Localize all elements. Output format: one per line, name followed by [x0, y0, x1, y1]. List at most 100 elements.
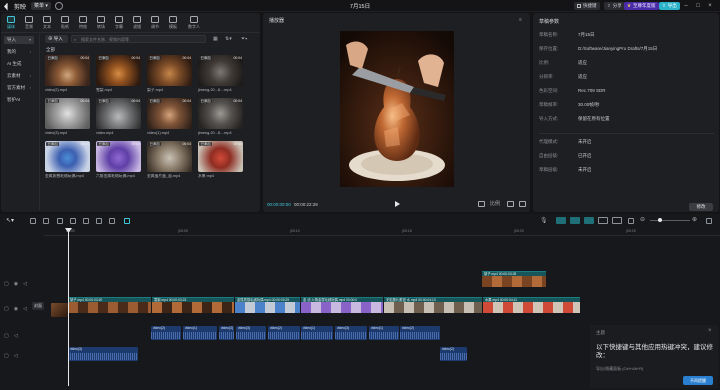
audio-clip[interactable]: video(3) [335, 326, 367, 340]
crop-icon[interactable] [507, 201, 514, 207]
sidebar-item-mine[interactable]: 我的 › [4, 48, 34, 56]
tab-sticker[interactable]: 贴纸 [57, 16, 73, 30]
media-clip[interactable]: 已添加 00:04 [96, 55, 141, 86]
lock-icon[interactable]: ▢ [4, 281, 9, 287]
ratio-label[interactable]: 比例 [490, 200, 500, 207]
linkage-icon[interactable] [584, 217, 594, 224]
audio-clip[interactable]: video(2) [151, 326, 181, 340]
lock-icon[interactable]: ▢ [4, 353, 9, 359]
split-right-icon[interactable] [83, 218, 89, 224]
tab-caption[interactable]: 字幕 [111, 16, 127, 30]
delete-icon[interactable] [96, 218, 102, 224]
media-clip[interactable]: 已添加 00:04 [198, 98, 243, 129]
caption-toggle-icon[interactable] [628, 218, 634, 224]
track-height-icon[interactable] [612, 217, 622, 224]
playhead[interactable] [68, 228, 69, 386]
zoom-slider-handle[interactable] [658, 218, 662, 222]
layout-icon[interactable] [55, 2, 63, 10]
media-clip[interactable]: 已添加 00:04 [198, 141, 243, 172]
tab-audio[interactable]: 音频 [21, 16, 37, 30]
modify-button[interactable]: 修改 [689, 203, 713, 211]
sort-icon[interactable]: ⇅▾ [225, 36, 232, 42]
main-clip[interactable]: 雪梨.mp4 00:00:03:23 [152, 297, 234, 313]
audio-clip[interactable]: video(3) [236, 326, 266, 340]
main-clip[interactable]: 梨子.mp4 00:00:03:20 [68, 297, 151, 313]
tab-avatar[interactable]: 数字人 [183, 16, 205, 30]
track-cover-thumb[interactable] [51, 303, 68, 317]
media-clip[interactable]: 已添加 00:04 [45, 55, 90, 86]
preview-axis-icon[interactable] [598, 217, 608, 224]
audio-clip[interactable]: video(1) [183, 326, 217, 340]
minimize-icon[interactable]: – [682, 2, 690, 10]
export-button[interactable]: ⇧ 导出 [659, 2, 680, 10]
media-clip[interactable]: 已添加 00:04 [45, 141, 90, 172]
shortcut-button[interactable]: 快捷键 [574, 2, 600, 10]
sidebar-item-official[interactable]: 官方素材 › [4, 84, 34, 92]
menu-button[interactable]: 菜单 ▾ [31, 2, 51, 10]
audio-clip[interactable]: video(3) [219, 326, 234, 340]
ai-tool-icon[interactable] [124, 218, 130, 224]
media-clip[interactable]: 已添加 00:04 [147, 55, 192, 86]
tab-media[interactable]: 媒体 [3, 16, 19, 30]
cover-button[interactable]: 封面 [32, 302, 44, 310]
redo-icon[interactable] [43, 218, 49, 224]
auto-snap-icon[interactable] [570, 217, 580, 224]
maximize-icon[interactable]: □ [694, 2, 702, 10]
import-button[interactable]: ⊕ 导入 [45, 35, 68, 43]
fit-timeline-icon[interactable] [706, 218, 712, 224]
select-cursor-icon[interactable]: ↖▾ [6, 217, 14, 224]
lock-icon[interactable]: ▢ [4, 333, 9, 339]
time-ruler[interactable]: 00:00 |00:05 |00:10 |00:15 |00:20 |00:25 [44, 228, 720, 236]
media-clip[interactable]: 已添加 00:04 [96, 141, 141, 172]
audio-toggle-icon[interactable]: ◁ [23, 306, 27, 312]
sidebar-item-ai-generate[interactable]: AI 生成 [4, 60, 34, 68]
main-clip[interactable]: 无铝蛋片蛋钮 水 mp4 00:00:04:13 [384, 297, 482, 313]
filter-icon[interactable]: ⏷▾ [241, 36, 247, 42]
close-icon[interactable]: × [708, 328, 712, 334]
audio-toggle-icon[interactable]: ◁ [23, 281, 27, 287]
media-clip[interactable]: 已添加 00:04 [198, 55, 243, 86]
speaker-icon[interactable]: ◁ [14, 353, 18, 359]
view-toggle-icon[interactable]: ▦ [213, 36, 218, 42]
audio-clip[interactable]: video(2) [268, 326, 300, 340]
search-input[interactable] [71, 35, 206, 43]
zoom-slider[interactable] [650, 220, 690, 221]
audio-clip[interactable]: video(1) [369, 326, 399, 340]
fullscreen-preview-icon[interactable] [478, 201, 485, 207]
zoom-in-icon[interactable]: ⊕ [692, 216, 697, 223]
tab-adjust[interactable]: 调节 [147, 16, 163, 30]
speaker-icon[interactable]: ◁ [14, 333, 18, 339]
eye-icon[interactable]: ◉ [14, 306, 18, 312]
main-track-magnet-icon[interactable] [556, 217, 566, 224]
mask-icon[interactable] [109, 218, 115, 224]
menu-dots-icon[interactable]: ≡ [519, 17, 522, 23]
audio-clip[interactable]: video(2) [400, 326, 440, 340]
sidebar-item-smart-ai[interactable]: 智护AI [4, 96, 34, 104]
microphone-icon[interactable]: 🎙 [540, 217, 548, 224]
split-icon[interactable] [57, 218, 63, 224]
dont-remind-button[interactable]: 不再提醒 [683, 376, 713, 385]
close-icon[interactable]: × [706, 2, 714, 10]
eye-icon[interactable]: ◉ [14, 281, 18, 287]
media-clip[interactable]: 已添加 00:04 [147, 141, 192, 172]
play-icon[interactable] [393, 200, 401, 208]
tab-effect[interactable]: 特效 [75, 16, 91, 30]
main-clip[interactable]: 金 滤 六角金属毛绒玩偶.mp4 00:00:0 [301, 297, 383, 313]
split-left-icon[interactable] [70, 218, 76, 224]
expand-icon[interactable] [519, 201, 526, 207]
media-clip[interactable]: 已添加 00:04 [96, 98, 141, 129]
tab-filter[interactable]: 滤镜 [129, 16, 145, 30]
tab-transition[interactable]: 转场 [93, 16, 109, 30]
audio-clip[interactable]: video(3) [68, 347, 138, 361]
lock-icon[interactable]: ▢ [4, 306, 9, 312]
sidebar-item-cloud[interactable]: 云素材 › [4, 72, 34, 80]
main-clip[interactable]: 金属质感毛绒玩偶.mp4 00:00:03:29 [235, 297, 300, 313]
audio-clip[interactable]: video(1) [301, 326, 333, 340]
media-clip[interactable]: 已添加 00:04 [147, 98, 192, 129]
audio-clip[interactable]: video(2) [440, 347, 467, 361]
main-clip[interactable]: 水果.mp4 00:00:04:11 [483, 297, 580, 313]
undo-icon[interactable] [30, 218, 36, 224]
zoom-out-icon[interactable]: ⊖ [640, 216, 645, 223]
media-clip[interactable]: 已添加 00:04 [45, 98, 90, 129]
tab-template[interactable]: 模板 [165, 16, 181, 30]
